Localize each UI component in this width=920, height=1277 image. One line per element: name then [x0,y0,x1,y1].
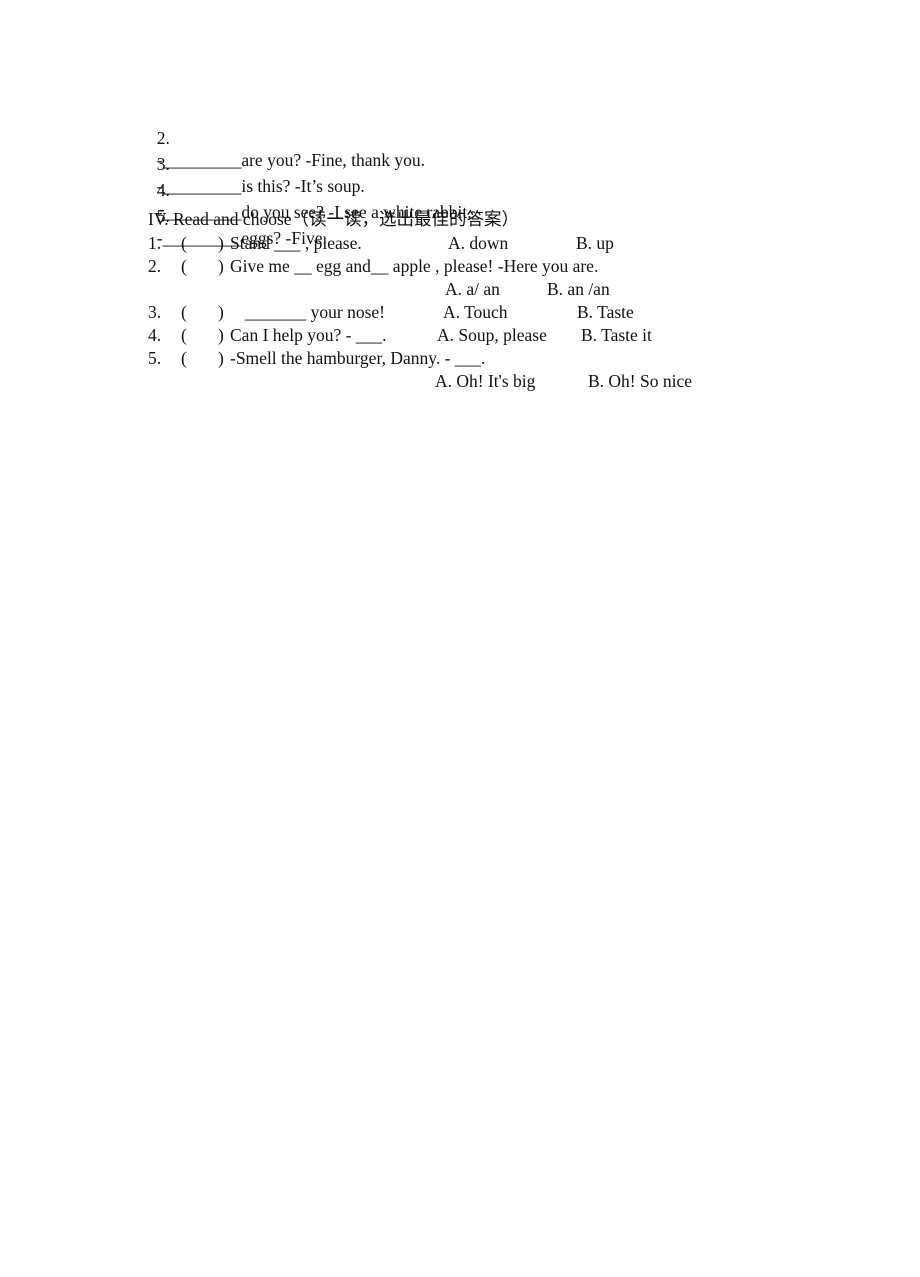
answer-paren-open[interactable]: ( [181,301,187,323]
answer-paren-open[interactable]: ( [181,255,187,277]
answer-paren-open[interactable]: ( [181,232,187,254]
question-stem: _______ your nose! [245,302,385,322]
option-b: B. Oh! So nice [588,371,693,391]
question-number: 4. [148,325,162,345]
answer-paren-close[interactable]: ) [218,347,224,369]
question-number: 3. [148,302,162,322]
fill-in-item: 2. -_________are you? -Fine, thank you. [148,105,425,170]
question-stem: Stand ___ , please. [230,233,362,253]
fill-in-item: 5. -_________eggs? -Five. [148,183,327,248]
question-stem: -Smell the hamburger, Danny. - ___. [230,348,486,368]
question-stem: Give me __ egg and__ apple , please! -He… [230,256,599,276]
section-title: IV. Read and choose（读一读，选出最佳的答案） [148,209,520,229]
option-b: B. Taste it [581,325,652,345]
answer-paren-close[interactable]: ) [218,232,224,254]
answer-paren-close[interactable]: ) [218,255,224,277]
option-b: B. up [576,233,614,253]
fill-in-item: 3. -_________is this? -It’s soup. [148,131,365,196]
option-a: A. Soup, please [437,325,547,345]
answer-paren-open[interactable]: ( [181,324,187,346]
option-b: B. Taste [577,302,634,322]
option-a: A. Touch [443,302,508,322]
answer-paren-close[interactable]: ) [218,301,224,323]
option-a: A. down [448,233,509,253]
question-number: 2. [148,256,162,276]
question-stem: Can I help you? - ___. [230,325,387,345]
option-a: A. a/ an [445,279,500,299]
option-b: B. an /an [547,279,610,299]
answer-paren-open[interactable]: ( [181,347,187,369]
question-number: 5. [148,348,162,368]
option-a: A. Oh! It's big [435,371,536,391]
answer-paren-close[interactable]: ) [218,324,224,346]
fill-in-item: 4. -_________do you see? -I see a white … [148,157,472,222]
question-number: 1. [148,233,162,253]
